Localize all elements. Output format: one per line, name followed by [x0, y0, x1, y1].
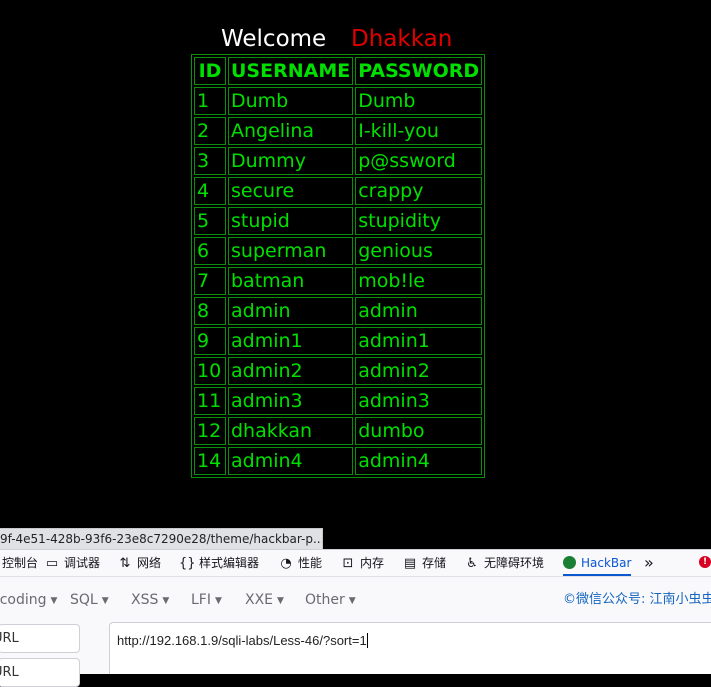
cell-password: admin4 — [355, 447, 483, 475]
cell-id: 3 — [194, 147, 226, 175]
cell-password: genious — [355, 237, 483, 265]
cell-username: superman — [228, 237, 354, 265]
table-row: 8 admin admin — [194, 297, 483, 325]
welcome-username: Dhakkan — [351, 26, 453, 52]
table-row: 2 Angelina I-kill-you — [194, 117, 483, 145]
tab-console[interactable]: ▣控制台 — [0, 550, 38, 576]
menu-xxe[interactable]: XXE ▼ — [245, 587, 284, 613]
cell-password: p@ssword — [355, 147, 483, 175]
welcome-banner: Welcome Dhakkan — [0, 26, 711, 56]
cell-username: admin2 — [228, 357, 354, 385]
cell-username: batman — [228, 267, 354, 295]
cell-id: 7 — [194, 267, 226, 295]
menu-xss[interactable]: XSS ▼ — [131, 587, 169, 613]
tab-performance[interactable]: ◔ 性能 — [278, 550, 322, 576]
text-cursor — [366, 633, 368, 648]
header-username: USERNAME — [228, 57, 354, 85]
welcome-text: Welcome — [221, 26, 327, 52]
accessibility-icon: ♿ — [466, 556, 478, 571]
chevron-down-icon: ▼ — [277, 596, 284, 606]
cell-id: 11 — [194, 387, 226, 415]
performance-icon: ◔ — [280, 556, 292, 571]
chevron-down-icon: ▼ — [162, 596, 170, 606]
cell-password: crappy — [355, 177, 483, 205]
cell-username: Angelina — [228, 117, 354, 145]
promo-text: ©微信公众号: 江南小虫虫 — [563, 592, 711, 607]
cell-id: 8 — [194, 297, 226, 325]
cell-id: 10 — [194, 357, 226, 385]
cell-password: dumbo — [355, 417, 483, 445]
tab-memory[interactable]: ⊡ 内存 — [340, 550, 384, 576]
tabs-overflow-button[interactable]: » — [644, 550, 654, 576]
cell-id: 12 — [194, 417, 226, 445]
cell-username: admin3 — [228, 387, 354, 415]
table-row: 3 Dummy p@ssword — [194, 147, 483, 175]
cell-password: admin3 — [355, 387, 483, 415]
cell-username: admin — [228, 297, 354, 325]
cell-id: 14 — [194, 447, 226, 475]
cell-password: mob!le — [355, 267, 483, 295]
load-url-button[interactable]: URL — [0, 624, 80, 653]
table-row: 10 admin2 admin2 — [194, 357, 483, 385]
hackbar-icon — [563, 556, 576, 569]
error-icon[interactable]: ! — [699, 556, 711, 568]
cell-id: 5 — [194, 207, 226, 235]
tab-storage[interactable]: ▤ 存储 — [402, 550, 446, 576]
style-editor-icon: {} — [179, 556, 196, 571]
cell-password: Dumb — [355, 87, 483, 115]
cell-id: 4 — [194, 177, 226, 205]
memory-icon: ⊡ — [342, 556, 354, 571]
users-table: ID USERNAME PASSWORD 1 Dumb Dumb 2 Angelina… — [191, 54, 486, 478]
cell-username: Dummy — [228, 147, 354, 175]
url-text: http://192.168.1.9/sqli-labs/Less-46/?so… — [117, 633, 367, 648]
storage-icon: ▤ — [403, 556, 417, 571]
table-header-row: ID USERNAME PASSWORD — [194, 57, 483, 85]
cell-password: stupidity — [355, 207, 483, 235]
cell-password: admin1 — [355, 327, 483, 355]
chevron-down-icon: ▼ — [348, 596, 356, 606]
tab-debugger[interactable]: ▭ 调试器 — [44, 550, 100, 576]
chevron-down-icon: ▼ — [101, 596, 109, 606]
menu-sql[interactable]: SQL ▼ — [70, 587, 109, 613]
header-password: PASSWORD — [355, 57, 483, 85]
menu-other[interactable]: Other ▼ — [305, 587, 356, 613]
link-status-bar: 9f-4e51-428b-93f6-23e8c7290e28/theme/hac… — [0, 528, 323, 550]
tab-accessibility[interactable]: ♿ 无障碍环境 — [464, 550, 544, 576]
network-icon: ⇅ — [119, 556, 131, 571]
table-row: 7 batman mob!le — [194, 267, 483, 295]
cell-password: I-kill-you — [355, 117, 483, 145]
table-row: 11 admin3 admin3 — [194, 387, 483, 415]
table-row: 5 stupid stupidity — [194, 207, 483, 235]
menu-encoding[interactable]: Encoding▼ — [0, 587, 57, 613]
chevron-down-icon: ▼ — [214, 596, 222, 606]
table-row: 1 Dumb Dumb — [194, 87, 483, 115]
table-row: 4 secure crappy — [194, 177, 483, 205]
url-input[interactable]: http://192.168.1.9/sqli-labs/Less-46/?so… — [109, 622, 711, 674]
cell-username: secure — [228, 177, 354, 205]
debugger-icon: ▭ — [45, 556, 59, 571]
cell-password: admin2 — [355, 357, 483, 385]
cell-id: 6 — [194, 237, 226, 265]
hackbar-menu: Encoding▼ SQL▼ XSS▼ LFI▼ XXE▼ Other▼ ©微信… — [0, 587, 711, 613]
table-row: 9 admin1 admin1 — [194, 327, 483, 355]
header-id: ID — [194, 57, 226, 85]
devtools-tab-bar: ▣控制台 ▭调试器 ⇅网络 {}样式编辑器 ◔性能 ⊡内存 ▤存储 ♿无障碍环境… — [0, 550, 711, 577]
cell-id: 9 — [194, 327, 226, 355]
table-row: 14 admin4 admin4 — [194, 447, 483, 475]
cell-username: admin4 — [228, 447, 354, 475]
cell-username: Dumb — [228, 87, 354, 115]
cell-id: 1 — [194, 87, 226, 115]
tab-network[interactable]: ⇅ 网络 — [117, 550, 161, 576]
table-row: 12 dhakkan dumbo — [194, 417, 483, 445]
cell-username: stupid — [228, 207, 354, 235]
cell-username: dhakkan — [228, 417, 354, 445]
chevron-down-icon: ▼ — [50, 596, 58, 606]
cell-password: admin — [355, 297, 483, 325]
tab-style-editor[interactable]: {} 样式编辑器 — [179, 550, 259, 576]
cell-id: 2 — [194, 117, 226, 145]
tab-hackbar[interactable]: HackBar — [563, 550, 632, 576]
table-row: 6 superman genious — [194, 237, 483, 265]
cell-username: admin1 — [228, 327, 354, 355]
menu-lfi[interactable]: LFI ▼ — [191, 587, 222, 613]
